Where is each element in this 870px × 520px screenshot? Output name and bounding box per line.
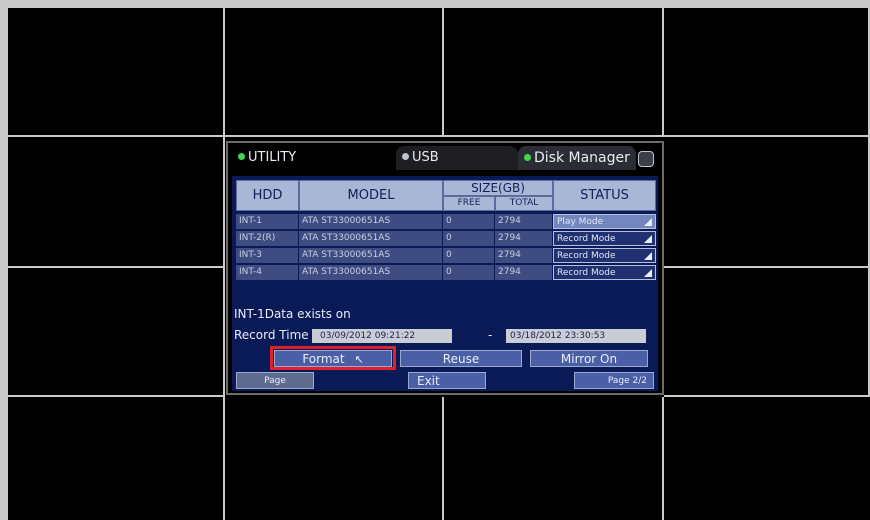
cell-total: 2794 [495,214,552,229]
tab-usb[interactable]: USB [396,146,518,170]
cell-model: ATA ST33000651AS [299,231,442,246]
cell-free: 0 [443,265,494,280]
page-button[interactable]: Page [236,372,314,389]
tab-disk-manager[interactable]: Disk Manager [518,146,636,170]
table-row[interactable]: INT-2(R) ATA ST33000651AS 0 2794 Record … [236,231,656,246]
cell-total: 2794 [495,265,552,280]
cell-hdd: INT-3 [236,248,298,263]
camera-tile[interactable] [444,397,664,520]
header-total: TOTAL [495,196,553,211]
status-dropdown[interactable]: Record Mode [553,248,656,263]
mirror-on-button[interactable]: Mirror On [530,350,648,367]
header-model: MODEL [299,180,443,211]
camera-tile[interactable] [664,397,870,520]
cell-hdd: INT-2(R) [236,231,298,246]
status-dot-icon [402,153,409,160]
disk-manager-panel: HDD MODEL SIZE(GB) FREE TOTAL STATUS INT… [232,176,658,391]
camera-tile[interactable] [664,137,870,268]
record-start-time: 03/09/2012 09:21:22 [312,329,452,343]
format-highlight-box [270,346,396,370]
tab-bar: UTILITY USB Disk Manager [228,143,662,173]
table-row[interactable]: INT-3 ATA ST33000651AS 0 2794 Record Mod… [236,248,656,263]
table-row[interactable]: INT-1 ATA ST33000651AS 0 2794 Play Mode [236,214,656,229]
camera-tile[interactable] [8,397,225,520]
camera-tile[interactable] [225,397,444,520]
tab-usb-label: USB [412,150,439,165]
tab-disk-manager-label: Disk Manager [534,150,630,166]
cell-free: 0 [443,248,494,263]
camera-tile[interactable] [664,8,870,137]
camera-tile[interactable] [8,8,225,137]
table-row[interactable]: INT-4 ATA ST33000651AS 0 2794 Record Mod… [236,265,656,280]
status-dot-icon [238,153,245,160]
header-status: STATUS [553,180,656,211]
cell-free: 0 [443,231,494,246]
cell-hdd: INT-1 [236,214,298,229]
time-separator: - [488,328,493,342]
status-dropdown[interactable]: Play Mode [553,214,656,229]
cell-hdd: INT-4 [236,265,298,280]
cell-model: ATA ST33000651AS [299,214,442,229]
status-dropdown[interactable]: Record Mode [553,265,656,280]
reuse-button[interactable]: Reuse [400,350,522,367]
cell-model: ATA ST33000651AS [299,248,442,263]
camera-tile[interactable] [664,268,870,397]
tab-utility-label: UTILITY [248,150,297,165]
exit-button[interactable]: Exit [408,372,486,389]
cell-total: 2794 [495,248,552,263]
cell-model: ATA ST33000651AS [299,265,442,280]
status-dot-icon [524,154,531,161]
camera-tile[interactable] [444,8,664,137]
status-dropdown[interactable]: Record Mode [553,231,656,246]
page-number-button[interactable]: Page 2/2 [574,372,654,389]
utility-dialog: UTILITY USB Disk Manager HDD MODEL SIZE(… [226,141,664,395]
camera-tile[interactable] [8,268,225,397]
cell-total: 2794 [495,231,552,246]
header-hdd: HDD [236,180,299,211]
header-free: FREE [443,196,495,211]
next-tab-icon[interactable] [638,151,654,167]
data-exists-message: INT-1Data exists on [234,307,351,321]
record-end-time: 03/18/2012 23:30:53 [506,329,646,343]
camera-tile[interactable] [8,137,225,268]
header-size: SIZE(GB) [443,180,553,196]
record-time-label: Record Time [234,328,309,342]
tab-utility[interactable]: UTILITY [238,146,388,170]
camera-tile[interactable] [225,8,444,137]
cell-free: 0 [443,214,494,229]
